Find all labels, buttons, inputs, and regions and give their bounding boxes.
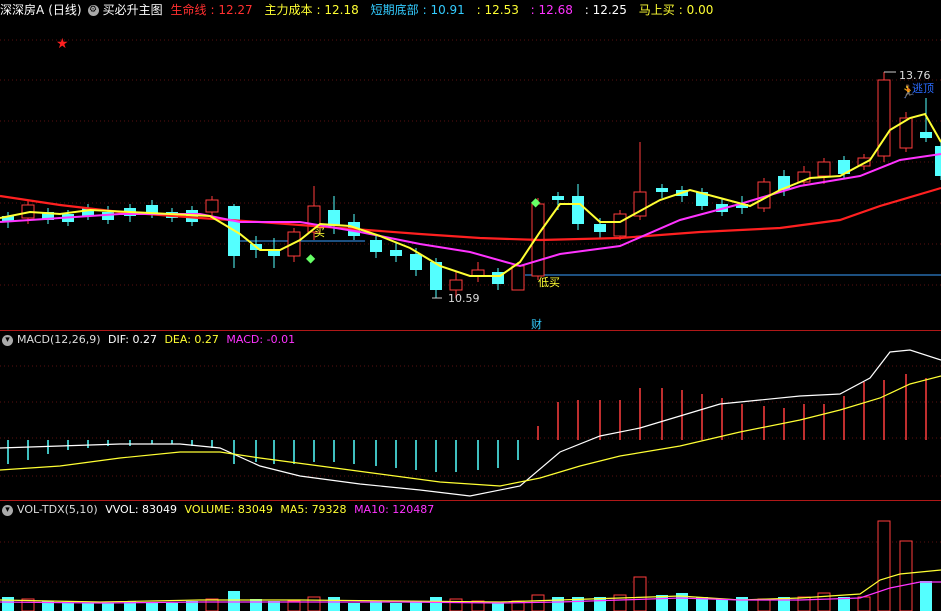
volume-bar — [348, 603, 360, 611]
volume-bar — [82, 603, 94, 611]
candle-body — [613, 213, 627, 237]
cai-label: 财 — [531, 317, 542, 331]
low-buy-label: 低买 — [538, 276, 560, 289]
candle-body — [511, 265, 525, 291]
candle-body — [656, 188, 668, 192]
diamond-icon: ◆ — [531, 195, 541, 209]
candle-body — [920, 132, 932, 138]
diamond-icon: ◆ — [306, 251, 316, 265]
vol-header: ▾ VOL-TDX(5,10) VVOL: 83049 VOLUME: 83049… — [0, 501, 434, 519]
volume-bar — [62, 603, 74, 611]
star-icon: ★ — [56, 36, 69, 52]
volume-bar — [102, 603, 114, 611]
volume-bar — [716, 599, 728, 611]
volume-bar — [228, 591, 240, 611]
volume-bar — [633, 576, 647, 611]
ma-magenta-line — [0, 153, 941, 268]
volume-bar — [307, 596, 321, 611]
vvol-label: VVOL: — [105, 503, 139, 516]
dea-value: 0.27 — [194, 333, 219, 346]
volume-bar — [656, 595, 668, 611]
candle-body — [410, 254, 422, 270]
volume-bar — [449, 598, 463, 611]
vvol-value: 83049 — [142, 503, 178, 516]
candle-body — [449, 279, 463, 291]
volume-bar — [2, 597, 14, 611]
high-price-label: 13.76 — [899, 69, 931, 82]
candle-body — [817, 161, 831, 177]
volume-bar — [552, 597, 564, 611]
ma5-value: 79328 — [311, 503, 347, 516]
macd-header: ▾ MACD(12,26,9) DIF: 0.27 DEA: 0.27 MACD:… — [0, 331, 295, 349]
volume-bar — [492, 603, 504, 611]
ma10-value: 120487 — [392, 503, 435, 516]
candle-body — [935, 146, 941, 176]
candle-body — [572, 196, 584, 224]
volume-bar — [205, 598, 219, 611]
macd-dea-line — [0, 375, 941, 487]
volume-bar — [328, 597, 340, 611]
vol-ma10-line — [0, 581, 941, 604]
vol-name[interactable]: VOL-TDX(5,10) — [17, 503, 98, 516]
volume-bar — [430, 597, 442, 611]
volume-bar — [899, 540, 913, 611]
top-signal-label: 逃顶 — [912, 82, 934, 95]
macd-settings-icon[interactable]: ▾ — [2, 334, 13, 346]
volume-label: VOLUME: — [184, 503, 235, 516]
dea-label: DEA: — [164, 333, 191, 346]
macd-value: -0.01 — [266, 333, 296, 346]
ma10-label: MA10: — [354, 503, 389, 516]
volume-bar — [736, 597, 748, 611]
candle-body — [390, 250, 402, 256]
dif-label: DIF: — [108, 333, 129, 346]
volume-bar — [797, 596, 811, 611]
low-price-label: 10.59 — [448, 292, 480, 305]
volume-bar — [390, 603, 402, 611]
volume-bar — [146, 603, 158, 611]
macd-label: MACD: — [226, 333, 264, 346]
candle-body — [552, 196, 564, 200]
candle-body — [594, 224, 606, 232]
vol-settings-icon[interactable]: ▾ — [2, 504, 13, 516]
macd-name[interactable]: MACD(12,26,9) — [17, 333, 101, 346]
volume-value: 83049 — [237, 503, 273, 516]
macd-dif-line — [0, 349, 941, 497]
volume-bar — [250, 599, 262, 611]
volume-bar — [166, 603, 178, 611]
buy-label: 买 — [314, 226, 325, 239]
volume-bar — [757, 598, 771, 611]
candle-body — [370, 240, 382, 252]
stock-chart-canvas[interactable]: ★◆◆10.5913.76买低买财🏃逃顶 — [0, 0, 941, 611]
candle-body — [328, 210, 340, 226]
volume-bar — [920, 581, 932, 611]
ma5-label: MA5: — [280, 503, 309, 516]
dif-value: 0.27 — [132, 333, 157, 346]
volume-bar — [877, 520, 891, 611]
candle-body — [205, 199, 219, 213]
volume-bar — [857, 596, 871, 611]
